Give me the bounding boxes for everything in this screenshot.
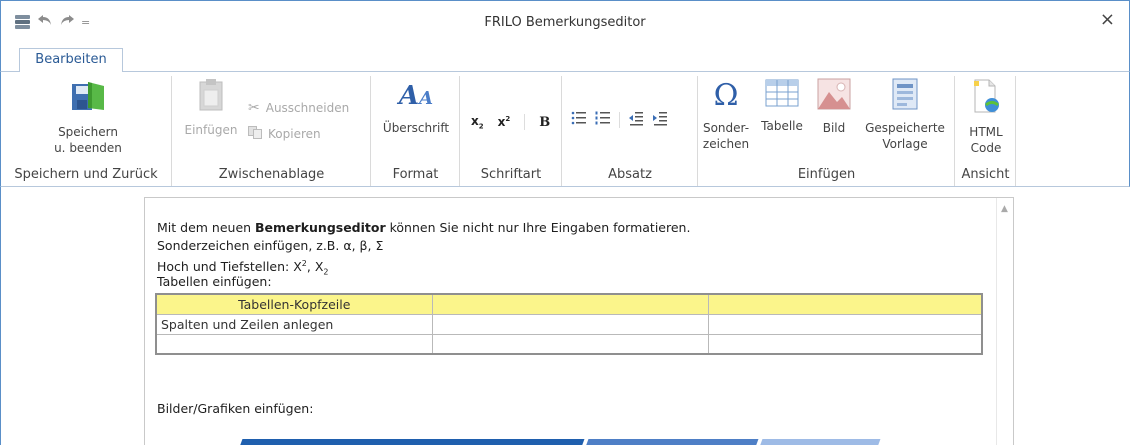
paste-icon (181, 78, 241, 116)
html-label-line2: Code (970, 141, 1002, 155)
save-label-line2: u. beenden (54, 141, 122, 155)
font-buttons: x2 x2 B (471, 114, 550, 130)
table-header-cell-3[interactable] (707, 293, 983, 315)
template-icon (859, 78, 951, 114)
group-label-font: Schriftart (480, 167, 542, 182)
superscript-button[interactable]: x2 (498, 115, 511, 129)
group-save: Speichern u. beenden Speichern und Zurüc… (1, 76, 172, 186)
image-label: Bild (822, 121, 846, 135)
save-exit-icon (43, 78, 133, 118)
table-cell[interactable] (707, 333, 983, 355)
scissors-icon: ✂ (248, 100, 260, 116)
inserted-image-bar-2 (585, 439, 759, 445)
decrease-indent-icon[interactable] (628, 110, 644, 129)
group-insert: Ω Sonder- zeichen Tabelle Bild Gespeiche… (699, 76, 955, 186)
divider (524, 114, 526, 131)
omega-icon: Ω (713, 78, 739, 113)
save-label-line1: Speichern (58, 125, 118, 139)
cut-label: Ausschneiden (265, 101, 350, 115)
editor-area: Mit dem neuen Bemerkungseditor können Si… (0, 187, 1130, 445)
ribbon-tab-row: Bearbeiten (0, 42, 1130, 73)
doc-line-intro: Mit dem neuen Bemerkungseditor können Si… (157, 220, 691, 235)
divider (619, 111, 620, 128)
group-paragraph: Absatz (563, 76, 698, 186)
group-clipboard: Einfügen ✂ Ausschneiden Kopieren Zwische… (173, 76, 371, 186)
copy-icon (248, 126, 262, 142)
image-icon (811, 78, 857, 114)
html-code-icon (960, 78, 1012, 118)
template-label-line1: Gespeicherte (865, 121, 945, 135)
scroll-up-icon[interactable]: ▲ (1001, 204, 1008, 214)
table-cell[interactable]: Spalten und Zeilen anlegen (155, 313, 433, 335)
template-label-line2: Vorlage (882, 137, 928, 151)
group-view: HTML Code Ansicht (956, 76, 1016, 186)
paste-button[interactable]: Einfügen (181, 78, 241, 138)
group-label-format: Format (392, 167, 439, 182)
table-label: Tabelle (761, 119, 803, 133)
table-cell[interactable] (155, 333, 433, 355)
ribbon: Speichern u. beenden Speichern und Zurüc… (0, 72, 1130, 187)
doc-line-tables: Tabellen einfügen: (157, 274, 272, 289)
special-label-line1: Sonder- (702, 121, 750, 135)
table-header-cell-2[interactable] (431, 293, 709, 315)
table-icon (756, 78, 808, 112)
html-code-button[interactable]: HTML Code (960, 78, 1012, 156)
saved-template-button[interactable]: Gespeicherte Vorlage (859, 78, 951, 152)
group-label-insert: Einfügen (797, 167, 856, 182)
bullet-list-icon[interactable] (571, 110, 587, 129)
tab-bearbeiten[interactable]: Bearbeiten (19, 48, 123, 73)
save-and-exit-button[interactable]: Speichern u. beenden (43, 78, 133, 156)
doc-line-images: Bilder/Grafiken einfügen: (157, 401, 314, 416)
title-bar: = FRILO Bemerkungseditor × (0, 0, 1130, 42)
bold-button[interactable]: B (539, 115, 550, 130)
group-label-save: Speichern und Zurück (14, 167, 158, 182)
insert-image-button[interactable]: Bild (811, 78, 857, 136)
editor-page[interactable]: Mit dem neuen Bemerkungseditor können Si… (144, 197, 1014, 445)
special-chars-button[interactable]: Ω Sonder- zeichen (701, 78, 751, 152)
insert-table-button[interactable]: Tabelle (756, 78, 808, 134)
group-label-view: Ansicht (961, 167, 1010, 182)
increase-indent-icon[interactable] (652, 110, 668, 129)
window-title: FRILO Bemerkungseditor (484, 15, 646, 30)
subscript-button[interactable]: x2 (471, 114, 484, 130)
table-cell[interactable] (707, 313, 983, 335)
table-cell[interactable] (431, 313, 709, 335)
paragraph-buttons (571, 110, 668, 129)
table-cell[interactable] (431, 333, 709, 355)
heading-label: Überschrift (382, 121, 450, 135)
paste-label: Einfügen (184, 123, 238, 137)
copy-button[interactable]: Kopieren (248, 126, 321, 142)
group-label-paragraph: Absatz (608, 167, 652, 182)
inserted-image-bar-1 (239, 439, 585, 445)
numbered-list-icon[interactable] (595, 110, 611, 129)
table-header-cell[interactable]: Tabellen-Kopfzeile (155, 293, 433, 315)
cut-button[interactable]: ✂ Ausschneiden (248, 100, 349, 116)
html-label-line1: HTML (969, 125, 1003, 139)
close-icon[interactable]: × (1100, 9, 1115, 30)
heading-button[interactable]: AA Überschrift (376, 78, 456, 136)
group-label-clipboard: Zwischenablage (218, 167, 325, 182)
copy-label: Kopieren (268, 127, 321, 141)
vertical-scrollbar[interactable]: ▲ (996, 198, 1013, 445)
special-label-line2: zeichen (702, 137, 750, 151)
doc-table[interactable]: Tabellen-Kopfzeile Spalten und Zeilen an… (155, 293, 983, 355)
group-font: x2 x2 B Schriftart (461, 76, 562, 186)
inserted-image-bar-3 (759, 439, 881, 445)
heading-icon: AA (398, 81, 434, 111)
group-format: AA Überschrift Format (372, 76, 460, 186)
doc-line-special-chars: Sonderzeichen einfügen, z.B. α, β, Σ (157, 238, 384, 253)
